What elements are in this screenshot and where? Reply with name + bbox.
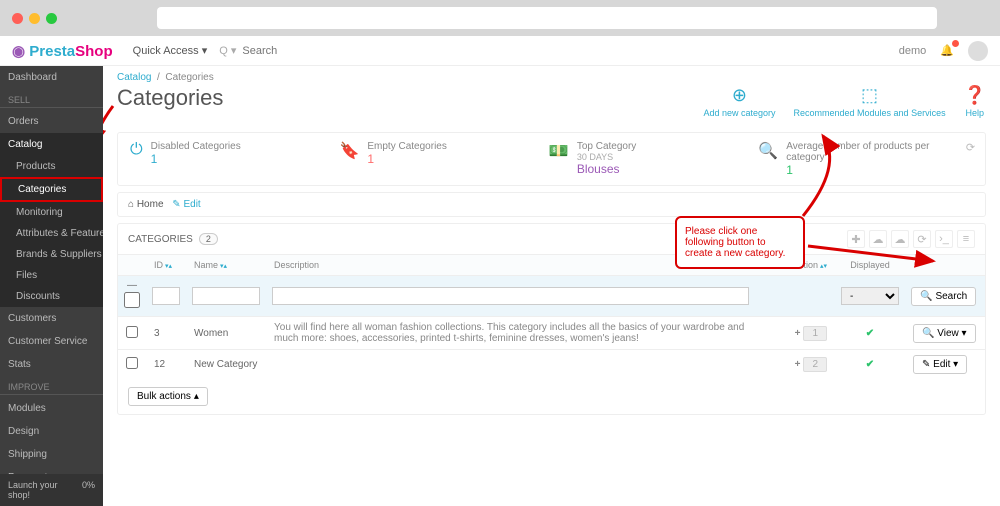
filter-desc[interactable] <box>272 287 749 305</box>
sort-icon[interactable]: ▾▴ <box>165 263 172 270</box>
row-desc <box>266 350 755 380</box>
bookmark-icon: 🔖 <box>339 141 359 161</box>
row-desc: You will find here all woman fashion col… <box>266 317 755 350</box>
notifications-icon[interactable]: 🔔 <box>940 44 954 57</box>
check-icon[interactable]: ✔ <box>866 359 874 370</box>
sidebar-brands[interactable]: Brands & Suppliers <box>0 244 103 265</box>
browser-chrome <box>0 0 1000 36</box>
home-bar: ⌂ Home ✎ Edit <box>117 192 986 217</box>
search-button[interactable]: 🔍 Search <box>911 287 976 306</box>
breadcrumb-catalog[interactable]: Catalog <box>117 72 151 83</box>
panel-title: CATEGORIES <box>128 234 193 245</box>
logo[interactable]: ◉ PrestaShop <box>12 42 113 60</box>
sidebar-products[interactable]: Products <box>0 156 103 177</box>
main: Catalog / Categories Categories ⊕ Add ne… <box>103 66 1000 506</box>
panel-count: 2 <box>199 233 218 245</box>
add-category-button[interactable]: ⊕ Add new category <box>703 85 775 118</box>
plus-circle-icon: ⊕ <box>703 85 775 106</box>
help-icon: ❓ <box>964 85 986 106</box>
puzzle-icon: ⬚ <box>794 85 946 106</box>
row-action-button[interactable]: ✎ Edit ▾ <box>913 355 967 374</box>
quick-access-menu[interactable]: Quick Access ▾ <box>133 44 208 57</box>
edit-link[interactable]: ✎ Edit <box>172 199 200 210</box>
breadcrumb: Catalog / Categories <box>113 66 990 85</box>
search-icon: 🔍 <box>758 141 778 161</box>
sidebar-discounts[interactable]: Discounts <box>0 286 103 307</box>
row-action-button[interactable]: 🔍 View ▾ <box>913 324 976 343</box>
topbar: ◉ PrestaShop Quick Access ▾ Q ▾ demo 🔔 <box>0 36 1000 66</box>
sidebar-section-improve: IMPROVE <box>0 376 103 395</box>
position-control[interactable]: +2 <box>795 357 827 372</box>
recommended-modules-button[interactable]: ⬚ Recommended Modules and Services <box>794 85 946 118</box>
sidebar-design[interactable]: Design <box>0 420 103 443</box>
table-row: 12New Category +2 ✔ ✎ Edit ▾ <box>118 350 985 380</box>
sidebar-files[interactable]: Files <box>0 265 103 286</box>
sidebar-modules[interactable]: Modules <box>0 397 103 420</box>
launch-shop[interactable]: Launch your shop!0% <box>0 474 103 506</box>
categories-panel: CATEGORIES 2 ✚ ☁ ☁ ⟳ ›_ ≡ ID▾▴ Name▾▴ <box>117 223 986 415</box>
search-input[interactable] <box>242 45 362 57</box>
bulk-actions-button[interactable]: Bulk actions ▴ <box>128 387 208 406</box>
sidebar-stats[interactable]: Stats <box>0 353 103 376</box>
topbar-search[interactable]: Q ▾ <box>219 44 362 57</box>
window-close[interactable] <box>12 13 23 24</box>
select-all-checkbox[interactable] <box>124 291 140 309</box>
search-icon: Q ▾ <box>219 44 236 57</box>
sidebar-catalog[interactable]: Catalog <box>0 133 103 156</box>
help-button[interactable]: ❓ Help <box>964 85 986 118</box>
filter-id[interactable] <box>152 287 180 305</box>
kpi-row: ⏻ Disabled Categories1 🔖 Empty Categorie… <box>117 132 986 186</box>
sidebar-monitoring[interactable]: Monitoring <box>0 202 103 223</box>
avatar[interactable] <box>968 41 988 61</box>
row-name: New Category <box>186 350 266 380</box>
tool-db-icon[interactable]: ≡ <box>957 230 975 248</box>
sidebar-customers[interactable]: Customers <box>0 307 103 330</box>
sort-icon[interactable]: ▾▴ <box>220 263 227 270</box>
refresh-icon[interactable]: ⟳ <box>962 141 979 177</box>
sidebar: Dashboard SELL Orders Catalog Products C… <box>0 66 103 506</box>
sidebar-customer-service[interactable]: Customer Service <box>0 330 103 353</box>
row-id: 12 <box>146 350 186 380</box>
sidebar-shipping[interactable]: Shipping <box>0 443 103 466</box>
tool-export-icon[interactable]: ☁ <box>869 230 887 248</box>
power-icon: ⏻ <box>130 141 143 159</box>
sidebar-section-sell: SELL <box>0 89 103 108</box>
tool-refresh-icon[interactable]: ⟳ <box>913 230 931 248</box>
sidebar-categories[interactable]: Categories <box>0 177 103 202</box>
row-checkbox[interactable] <box>126 326 138 338</box>
money-icon: 💵 <box>549 141 569 161</box>
sort-icon[interactable]: ▴▾ <box>820 263 827 270</box>
row-checkbox[interactable] <box>126 357 138 369</box>
tool-import-icon[interactable]: ☁ <box>891 230 909 248</box>
sidebar-dashboard[interactable]: Dashboard <box>0 66 103 89</box>
categories-table: ID▾▴ Name▾▴ Description Position▴▾ Displ… <box>118 254 985 379</box>
window-minimize[interactable] <box>29 13 40 24</box>
check-icon[interactable]: ✔ <box>866 328 874 339</box>
filter-displayed[interactable]: - <box>841 287 899 305</box>
row-name: Women <box>186 317 266 350</box>
sidebar-attributes[interactable]: Attributes & Features <box>0 223 103 244</box>
position-control[interactable]: +1 <box>795 326 827 341</box>
tool-add-icon[interactable]: ✚ <box>847 230 865 248</box>
home-icon: ⌂ <box>128 199 134 210</box>
filter-name[interactable] <box>192 287 260 305</box>
window-maximize[interactable] <box>46 13 57 24</box>
user-label[interactable]: demo <box>899 45 927 57</box>
page-title: Categories <box>117 85 223 111</box>
row-id: 3 <box>146 317 186 350</box>
tool-sql-icon[interactable]: ›_ <box>935 230 953 248</box>
sidebar-orders[interactable]: Orders <box>0 110 103 133</box>
url-bar[interactable] <box>157 7 937 29</box>
table-row: 3WomenYou will find here all woman fashi… <box>118 317 985 350</box>
